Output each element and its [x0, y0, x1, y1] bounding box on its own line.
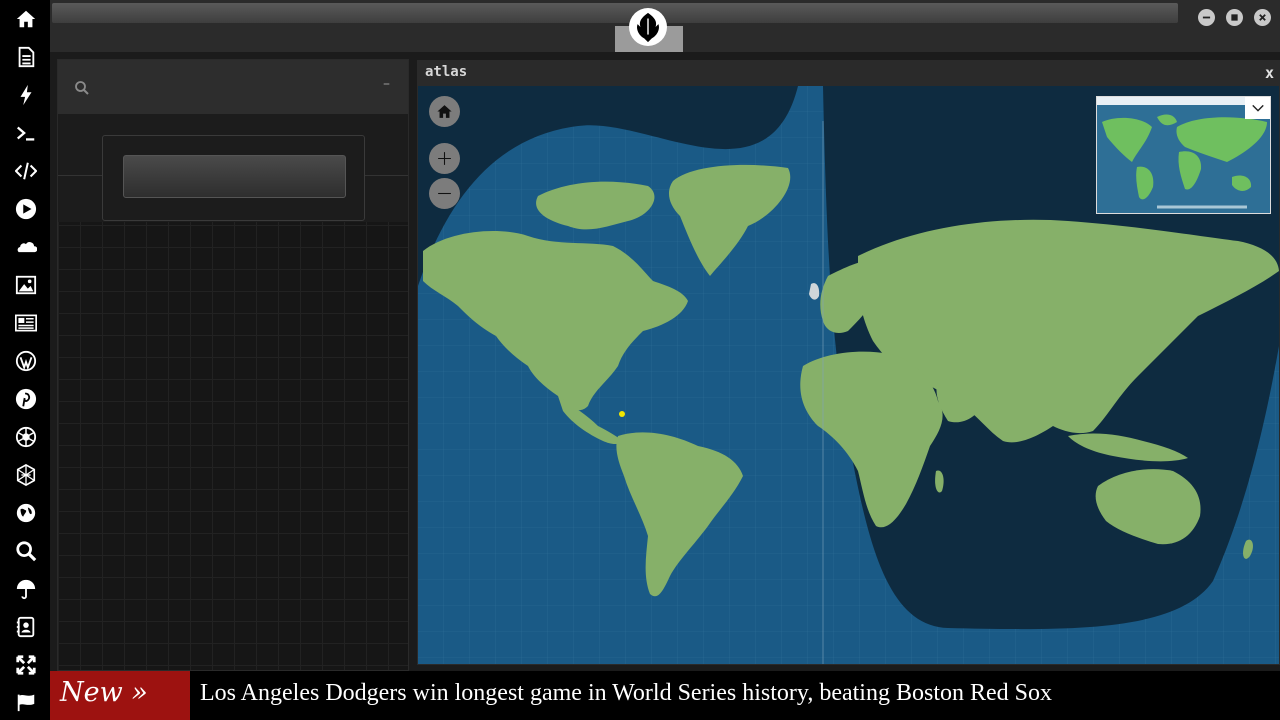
contacts-icon[interactable] [10, 611, 42, 643]
pinterest-icon[interactable] [10, 383, 42, 415]
globe-icon[interactable] [10, 497, 42, 529]
location-marker[interactable] [619, 411, 625, 417]
news-ticker: New » Los Angeles Dodgers win longest ga… [50, 671, 1280, 720]
image-icon[interactable] [10, 269, 42, 301]
umbrella-icon[interactable] [10, 573, 42, 605]
rebel-icon[interactable] [10, 421, 42, 453]
ticker-headline[interactable]: Los Angeles Dodgers win longest game in … [200, 680, 1052, 707]
panel-card [102, 135, 365, 221]
code-icon[interactable] [10, 155, 42, 187]
minimap-header [1097, 97, 1247, 105]
desktop: – atlas x New » Los Angeles Dodgers win … [0, 0, 1280, 720]
title-bar[interactable] [52, 3, 1178, 23]
home-icon[interactable] [10, 3, 42, 35]
terminal-icon[interactable] [10, 117, 42, 149]
zoom-out-button[interactable] [429, 178, 460, 209]
atlas-header: atlas x [417, 60, 1280, 86]
wordpress-icon[interactable] [10, 345, 42, 377]
panel-minimize-button[interactable]: – [383, 76, 390, 92]
window-title: atlas [425, 64, 468, 80]
maximize-window-button[interactable] [1226, 9, 1243, 26]
map-home-button[interactable] [429, 96, 460, 127]
rebel-logo-icon[interactable] [629, 8, 667, 46]
app-dock [0, 0, 50, 720]
world-map[interactable] [418, 86, 1279, 664]
plus-icon [438, 152, 451, 165]
overview-minimap[interactable] [1096, 96, 1271, 214]
minimap-toggle-button[interactable] [1245, 97, 1270, 119]
play-icon[interactable] [10, 193, 42, 225]
home-icon [437, 105, 452, 118]
zoom-in-button[interactable] [429, 143, 460, 174]
minimize-window-button[interactable] [1198, 9, 1215, 26]
panel-header: – [58, 60, 408, 114]
expand-icon[interactable] [10, 649, 42, 681]
close-window-button[interactable] [1254, 9, 1271, 26]
side-panel: – [57, 59, 409, 671]
search-icon[interactable] [10, 535, 42, 567]
close-button[interactable]: x [1265, 64, 1274, 82]
newspaper-icon[interactable] [10, 307, 42, 339]
cloud-icon[interactable] [10, 231, 42, 263]
minus-icon [438, 192, 451, 195]
panel-action-button[interactable] [123, 155, 346, 198]
document-icon[interactable] [10, 41, 42, 73]
lightning-icon[interactable] [10, 79, 42, 111]
chevron-down-icon [1251, 104, 1264, 112]
globe-mesh-icon[interactable] [10, 459, 42, 491]
ticker-tag: New » [50, 671, 190, 720]
search-icon[interactable] [74, 80, 90, 96]
atlas-window: atlas x [417, 60, 1280, 665]
flag-icon[interactable] [10, 686, 42, 718]
top-bar [50, 0, 1280, 52]
